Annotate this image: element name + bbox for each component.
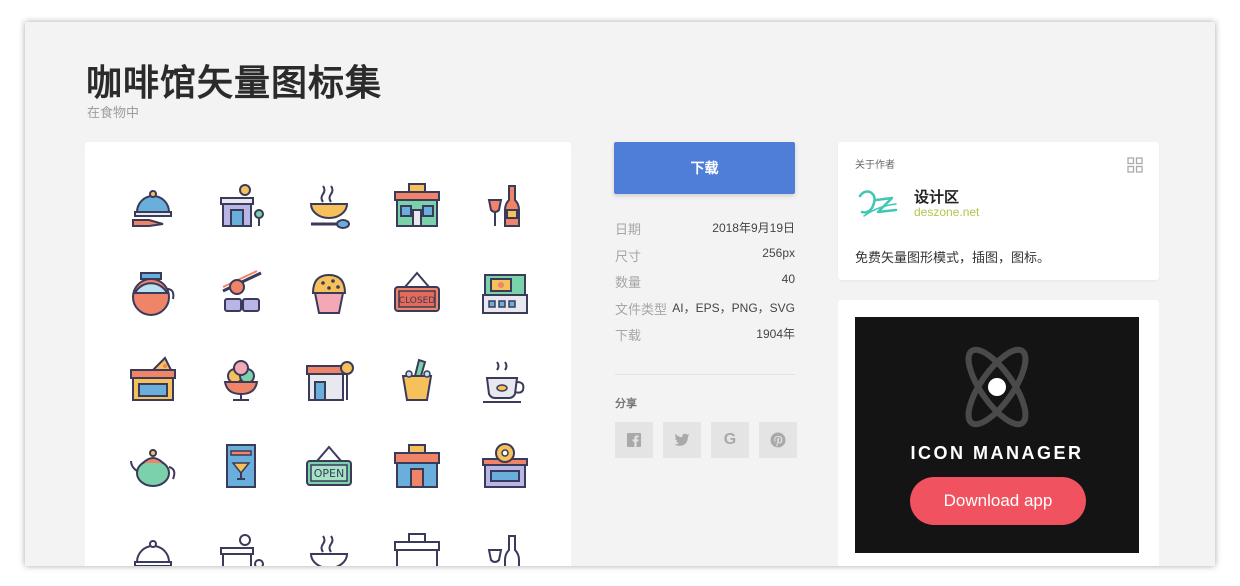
meta-value: AI，EPS，PNG，SVG bbox=[672, 300, 795, 315]
wine-bucket-icon bbox=[387, 350, 447, 410]
candy-shop-icon bbox=[299, 350, 359, 410]
open-sign-icon: OPEN bbox=[299, 437, 359, 497]
pinterest-icon bbox=[770, 432, 786, 448]
noodle-bowl-outline-icon bbox=[299, 526, 359, 566]
menu-book-icon bbox=[211, 437, 271, 497]
ad-title: ICON MANAGER bbox=[910, 443, 1084, 463]
google-icon: G bbox=[723, 431, 737, 448]
share-buttons: G bbox=[615, 422, 797, 458]
meta-label: 尺寸 bbox=[615, 248, 642, 264]
meta-label: 文件类型 bbox=[615, 301, 668, 317]
ice-cream-shop-outline-icon bbox=[211, 526, 271, 566]
twitter-share-button[interactable] bbox=[663, 422, 701, 458]
author-card: 关于作者 设计区 deszone.net 免费矢量图形模式，插图，图标。 bbox=[838, 142, 1159, 280]
pinterest-share-button[interactable] bbox=[759, 422, 797, 458]
meta-row-date: 日期 2018年9月19日 bbox=[615, 219, 795, 246]
divider bbox=[615, 374, 795, 375]
page-title: 咖啡馆矢量图标集 bbox=[86, 63, 383, 104]
meta-label: 下载 bbox=[615, 328, 642, 343]
author-logo[interactable] bbox=[856, 186, 900, 220]
teapot-icon bbox=[123, 437, 183, 497]
coffee-cup-icon bbox=[475, 350, 535, 410]
author-name[interactable]: 设计区 bbox=[914, 186, 959, 207]
facebook-share-button[interactable] bbox=[615, 422, 653, 458]
bakery-storefront-icon bbox=[387, 176, 447, 236]
twitter-icon bbox=[674, 433, 690, 446]
author-heading: 关于作者 bbox=[855, 160, 895, 171]
google-share-button[interactable]: G bbox=[711, 422, 749, 458]
meta-row-count: 数量 40 bbox=[615, 272, 795, 299]
closed-sign-text: CLOSED bbox=[399, 296, 435, 306]
ice-cream-shop-icon bbox=[211, 176, 271, 236]
ad-card: ICON MANAGER Download app bbox=[838, 300, 1159, 566]
coffee-carafe-icon bbox=[123, 263, 183, 323]
grid-icon[interactable] bbox=[1127, 157, 1143, 173]
icon-preview-card: CLOSED OPEN bbox=[85, 142, 571, 566]
page-frame: 咖啡馆矢量图标集 在食物中 CLOSED OPEN 下载 日期 2018年9月1… bbox=[25, 22, 1215, 566]
ice-cream-cup-icon bbox=[211, 350, 271, 410]
meta-value: 2018年9月19日 bbox=[712, 221, 795, 235]
meta-row-downloads: 下载 1904年 bbox=[615, 325, 795, 352]
cafe-storefront-icon bbox=[387, 437, 447, 497]
download-button[interactable]: 下载 bbox=[614, 142, 795, 194]
meta-value: 40 bbox=[781, 272, 795, 286]
author-url[interactable]: deszone.net bbox=[914, 205, 979, 219]
pizza-shop-icon bbox=[123, 350, 183, 410]
wine-bottle-glass-icon bbox=[475, 176, 535, 236]
metadata-list: 日期 2018年9月19日 尺寸 256px 数量 40 文件类型 AI，EPS… bbox=[615, 219, 795, 352]
meta-row-file-types: 文件类型 AI，EPS，PNG，SVG bbox=[615, 299, 795, 326]
open-sign-text: OPEN bbox=[314, 467, 344, 480]
meta-label: 数量 bbox=[615, 275, 642, 290]
noodle-bowl-icon bbox=[299, 176, 359, 236]
facebook-icon bbox=[627, 433, 641, 447]
icon-manager-ad[interactable]: ICON MANAGER Download app bbox=[855, 317, 1139, 553]
cloche-serving-icon bbox=[123, 176, 183, 236]
author-description: 免费矢量图形模式，插图，图标。 bbox=[855, 250, 1051, 265]
wine-bottle-outline-icon bbox=[475, 526, 535, 566]
sushi-chopsticks-icon bbox=[211, 263, 271, 323]
cash-register-icon bbox=[475, 263, 535, 323]
storefront-outline-icon bbox=[387, 526, 447, 566]
donut-shop-icon bbox=[475, 437, 535, 497]
meta-value: 256px bbox=[762, 245, 795, 260]
atom-logo-icon bbox=[947, 339, 1047, 435]
category-link[interactable]: 在食物中 bbox=[87, 102, 139, 121]
muffin-icon bbox=[299, 263, 359, 323]
closed-sign-icon: CLOSED bbox=[387, 263, 447, 323]
download-app-button[interactable]: Download app bbox=[910, 477, 1086, 525]
meta-row-size: 尺寸 256px bbox=[615, 246, 795, 273]
cloche-outline-icon bbox=[123, 526, 183, 566]
meta-label: 日期 bbox=[615, 222, 642, 237]
meta-value: 1904年 bbox=[756, 327, 795, 341]
share-label: 分享 bbox=[615, 398, 637, 410]
